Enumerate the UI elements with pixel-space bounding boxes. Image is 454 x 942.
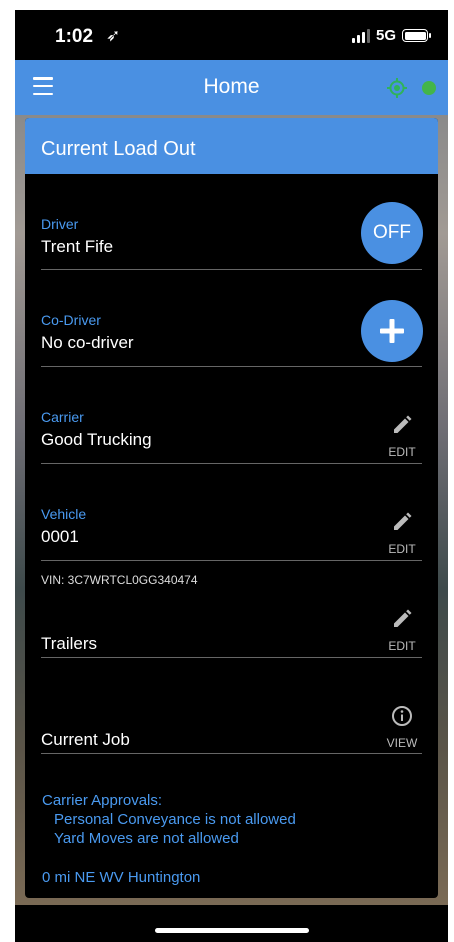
pencil-icon	[394, 415, 412, 433]
current-location: 0 mi NE WV Huntington	[42, 869, 201, 886]
edit-vehicle-button[interactable]: EDIT	[382, 511, 422, 556]
driver-label: Driver	[41, 216, 79, 232]
view-current-job-button[interactable]: VIEW	[382, 705, 422, 750]
current-job-label: Current Job	[41, 730, 130, 749]
pencil-icon	[394, 512, 412, 530]
carrier-row[interactable]: Carrier Good Trucking	[41, 367, 422, 464]
vehicle-label: Vehicle	[41, 506, 87, 522]
edit-label: EDIT	[388, 639, 416, 653]
phone-screen: 1:02 ➶ 5G Home Current Load Out Driver T…	[15, 10, 448, 942]
plus-icon	[380, 319, 404, 343]
edit-label: EDIT	[388, 542, 416, 556]
gps-icon[interactable]	[387, 78, 407, 98]
add-co-driver-button[interactable]	[361, 300, 423, 362]
current-job-row[interactable]: Current Job	[41, 658, 422, 754]
edit-label: EDIT	[388, 445, 416, 459]
carrier-approvals: Carrier Approvals: Personal Conveyance i…	[42, 791, 296, 848]
vehicle-number: 0001	[41, 527, 79, 546]
battery-icon	[402, 29, 431, 42]
load-out-card: Current Load Out Driver Trent Fife OFF C…	[25, 118, 438, 898]
location-services-icon: ➶	[106, 26, 121, 45]
edit-carrier-button[interactable]: EDIT	[382, 414, 422, 459]
driver-name: Trent Fife	[41, 237, 114, 256]
status-indicators: 5G	[351, 27, 431, 44]
carrier-name: Good Trucking	[41, 430, 152, 449]
network-type: 5G	[375, 27, 396, 44]
status-bar: 1:02 ➶ 5G	[15, 10, 448, 60]
edit-trailers-button[interactable]: EDIT	[382, 608, 422, 653]
carrier-label: Carrier	[41, 409, 84, 425]
trailers-row[interactable]: Trailers	[41, 561, 422, 658]
connection-status-dot	[422, 81, 436, 95]
vehicle-row[interactable]: Vehicle 0001	[41, 464, 422, 561]
status-time: 1:02	[55, 26, 94, 47]
approval-item: Yard Moves are not allowed	[54, 830, 239, 847]
home-indicator[interactable]	[155, 928, 309, 933]
approval-item: Personal Conveyance is not allowed	[54, 811, 296, 828]
info-icon	[392, 706, 412, 726]
signal-icon	[351, 28, 370, 43]
app-bar: Home	[15, 60, 448, 115]
co-driver-label: Co-Driver	[41, 312, 101, 328]
pencil-icon	[394, 609, 412, 627]
page-title: Home	[203, 75, 260, 98]
duty-status-off-button[interactable]: OFF	[361, 202, 423, 264]
co-driver-value: No co-driver	[41, 333, 134, 352]
approvals-title: Carrier Approvals:	[42, 792, 163, 809]
view-label: VIEW	[386, 736, 418, 750]
card-title: Current Load Out	[25, 118, 438, 174]
trailers-label: Trailers	[41, 634, 98, 653]
home-bar	[15, 905, 448, 942]
